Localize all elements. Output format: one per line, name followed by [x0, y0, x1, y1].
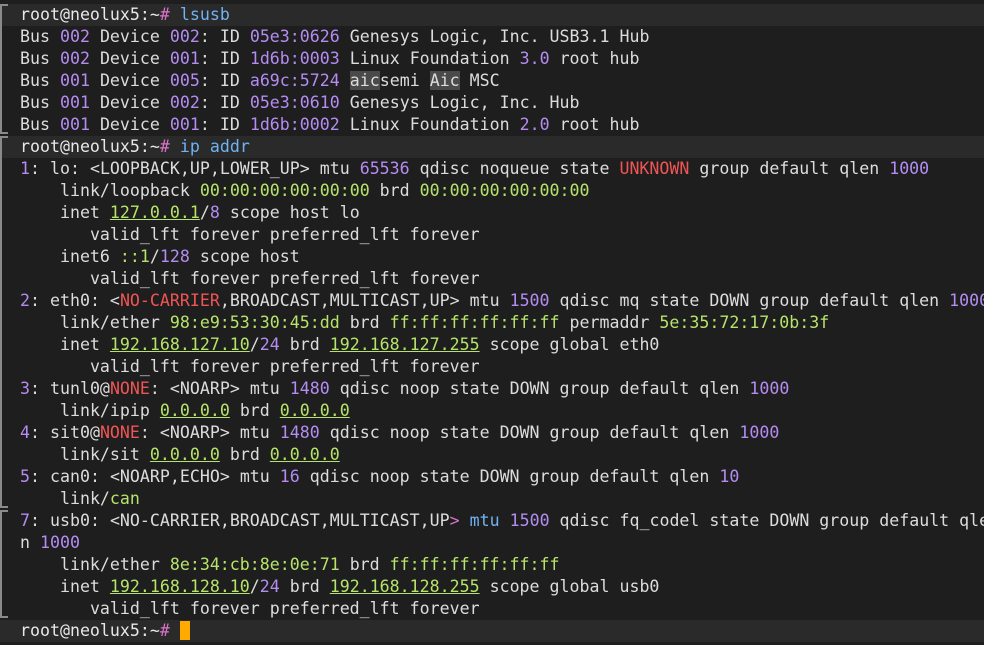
lsusb-row: Bus 002 Device 001: ID 1d6b:0003 Linux F… [0, 48, 984, 70]
iface-inet6: inet6 ::1/128 scope host [0, 246, 984, 268]
search-highlight: aic [349, 71, 380, 90]
iface-link: link/ipip 0.0.0.0 brd 0.0.0.0 [0, 400, 984, 422]
iface-link: link/ether 8e:34:cb:8e:0e:71 brd ff:ff:f… [0, 554, 984, 576]
iface-lifetime: valid_lft forever preferred_lft forever [0, 268, 984, 290]
lsusb-row: Bus 001 Device 001: ID 1d6b:0002 Linux F… [0, 114, 984, 136]
prompt-symbol: # [159, 5, 170, 24]
prompt-line-lsusb: root@neolux5:~# lsusb [0, 4, 984, 26]
search-highlight: Aic [429, 71, 460, 90]
iface-inet: inet 192.168.127.10/24 brd 192.168.127.2… [0, 334, 984, 356]
iface-link: link/loopback 00:00:00:00:00:00 brd 00:0… [0, 180, 984, 202]
iface-header-tunl0: 3: tunl0@NONE: <NOARP> mtu 1480 qdisc no… [0, 378, 984, 400]
prompt-line-current[interactable]: root@neolux5:~# [0, 620, 984, 642]
prompt-line-ip-addr: root@neolux5:~# ip addr [0, 136, 984, 158]
lsusb-row: Bus 001 Device 005: ID a69c:5724 aicsemi… [0, 70, 984, 92]
iface-link: link/sit 0.0.0.0 brd 0.0.0.0 [0, 444, 984, 466]
iface-inet: inet 127.0.0.1/8 scope host lo [0, 202, 984, 224]
iface-link: link/ether 98:e9:53:30:45:dd brd ff:ff:f… [0, 312, 984, 334]
iface-header-usb0-wrap: n 1000 [0, 532, 984, 554]
prompt-host: root@neolux5:~ [20, 5, 160, 24]
iface-lifetime: valid_lft forever preferred_lft forever [0, 598, 984, 620]
iface-lifetime: valid_lft forever preferred_lft forever [0, 224, 984, 246]
lsusb-row: Bus 002 Device 002: ID 05e3:0626 Genesys… [0, 26, 984, 48]
iface-header-can0: 5: can0: <NOARP,ECHO> mtu 16 qdisc noop … [0, 466, 984, 488]
iface-lifetime: valid_lft forever preferred_lft forever [0, 356, 984, 378]
lsusb-row: Bus 001 Device 002: ID 05e3:0610 Genesys… [0, 92, 984, 114]
terminal-output[interactable]: root@neolux5:~# lsusb Bus 002 Device 002… [0, 4, 984, 642]
iface-header-sit0: 4: sit0@NONE: <NOARP> mtu 1480 qdisc noo… [0, 422, 984, 444]
command-text: lsusb [179, 5, 230, 24]
block-marker-start [0, 4, 8, 26]
iface-link: link/can [0, 488, 984, 510]
iface-inet: inet 192.168.128.10/24 brd 192.168.128.2… [0, 576, 984, 598]
command-text: ip addr [179, 137, 250, 156]
iface-header-usb0: 7: usb0: <NO-CARRIER,BROADCAST,MULTICAST… [0, 510, 984, 532]
iface-header-lo: 1: lo: <LOOPBACK,UP,LOWER_UP> mtu 65536 … [0, 158, 984, 180]
iface-header-eth0: 2: eth0: <NO-CARRIER,BROADCAST,MULTICAST… [0, 290, 984, 312]
block-cursor-icon [179, 621, 190, 640]
